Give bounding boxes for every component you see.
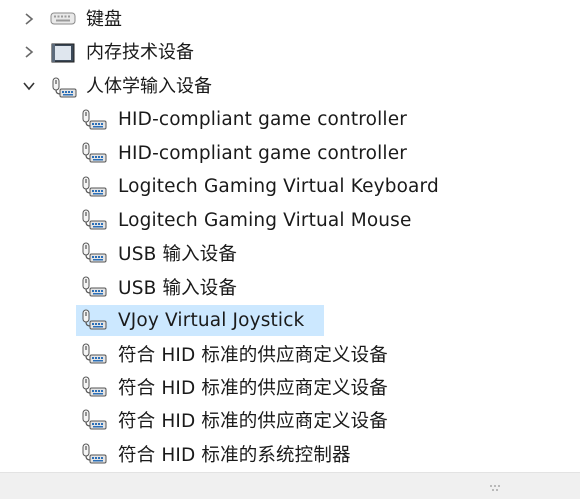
hid-device-icon [80,176,108,198]
tree-device-label: 符合 HID 标准的供应商定义设备 [118,344,388,366]
tree-device-item[interactable]: 符合 HID 标准的系统控制器 [0,437,580,470]
tree-category-label: 人体学输入设备 [86,75,212,97]
tree-device-item[interactable]: Logitech Gaming Virtual Keyboard [0,170,580,203]
keyboard-icon [50,10,76,28]
tree-device-item[interactable]: 符合 HID 标准的供应商定义设备 [0,337,580,370]
tree-device-item[interactable]: HID-compliant game controller [0,137,580,170]
tree-device-label: HID-compliant game controller [118,142,407,164]
tree-category-label: 内存技术设备 [86,42,194,64]
hid-device-icon [80,209,108,231]
tree-device-label: VJoy Virtual Joystick [118,309,305,331]
tree-device-label: USB 输入设备 [118,277,238,299]
tree-category-label: 键盘 [86,9,122,30]
hid-device-icon [80,242,108,264]
tree-device-item[interactable]: Logitech Gaming Virtual Mouse [0,203,580,236]
tree-device-item[interactable]: USB 输入设备 [0,270,580,303]
hid-device-icon [80,109,108,131]
tree-device-item[interactable]: HID-compliant game controller [0,103,580,136]
hid-device-icon [80,343,108,365]
chevron-right-icon[interactable] [21,11,37,27]
tree-device-label: Logitech Gaming Virtual Keyboard [118,176,439,198]
tree-device-item[interactable]: USB 输入设备 [0,237,580,270]
chevron-down-icon[interactable] [21,78,37,94]
tree-device-item[interactable]: 符合 HID 标准的供应商定义设备 [0,404,580,437]
tree-device-item-selected[interactable]: VJoy Virtual Joystick [0,304,580,337]
tree-device-label: 符合 HID 标准的供应商定义设备 [118,411,388,433]
hid-device-icon [80,409,108,431]
hid-device-icon [80,309,108,331]
tree-device-item[interactable]: 符合 HID 标准的供应商定义设备 [0,370,580,403]
hid-device-icon [80,142,108,164]
hid-device-icon [80,376,108,398]
scrollbar-grip-icon[interactable] [489,478,501,491]
tree-category-keyboards[interactable]: 键盘 [0,3,580,36]
tree-category-human-interface-devices[interactable]: 人体学输入设备 [0,70,580,103]
tree-device-label: 符合 HID 标准的系统控制器 [118,444,351,466]
tree-device-label: HID-compliant game controller [118,109,407,131]
tree-category-memory-devices[interactable]: 内存技术设备 [0,36,580,69]
horizontal-scrollbar[interactable] [0,472,580,499]
device-tree: 键盘 内存技术设备 人体学输入设备 HID-compliant game con… [0,3,580,470]
hid-device-icon [80,443,108,465]
chevron-right-icon[interactable] [21,44,37,60]
tree-device-label: 符合 HID 标准的供应商定义设备 [118,377,388,399]
hid-device-icon [80,276,108,298]
memory-device-icon [50,43,76,63]
hid-device-icon [50,77,78,99]
tree-device-label: Logitech Gaming Virtual Mouse [118,209,412,231]
tree-device-label: USB 输入设备 [118,244,238,266]
